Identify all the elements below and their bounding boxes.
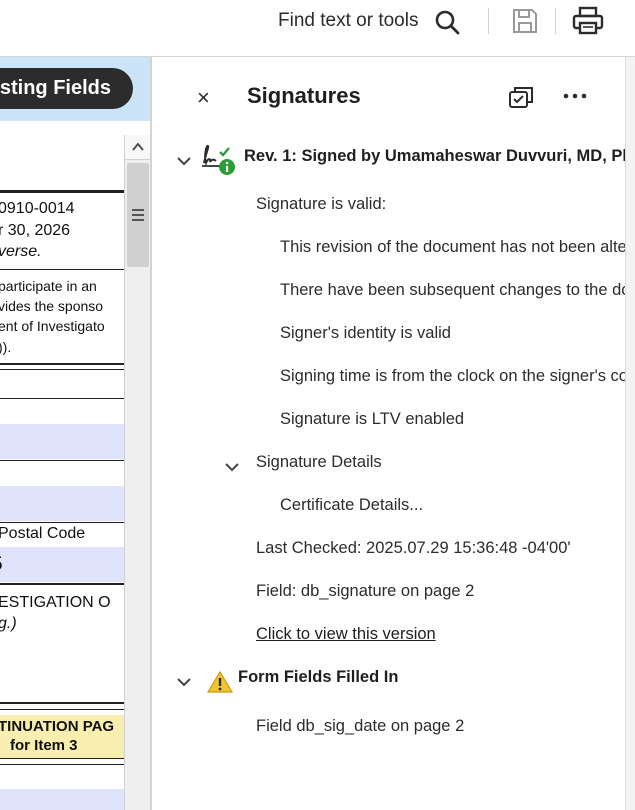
form-fields-heading[interactable]: Form Fields Filled In bbox=[238, 668, 398, 687]
rule bbox=[0, 190, 124, 193]
signatures-panel: × Signatures Rev. 1: Signed by Umamahesw… bbox=[152, 57, 625, 810]
form-field-item: Field db_sig_date on page 2 bbox=[256, 717, 464, 736]
last-checked-text: Last Checked: 2025.07.29 15:36:48 -04'00… bbox=[256, 539, 571, 558]
doc-text-line: ent of Investigato bbox=[0, 318, 105, 334]
save-icon[interactable] bbox=[511, 7, 539, 35]
signature-detail-line: This revision of the document has not be… bbox=[280, 238, 625, 257]
top-toolbar: Find text or tools bbox=[0, 0, 635, 57]
toolbar-separator bbox=[488, 8, 489, 34]
certificate-details-link[interactable]: Certificate Details... bbox=[280, 496, 423, 515]
signature-details-toggle[interactable]: Signature Details bbox=[256, 453, 382, 472]
doc-text-line: Postal Code bbox=[0, 525, 85, 543]
form-field-postal-code[interactable] bbox=[0, 547, 124, 582]
find-text-or-tools-label[interactable]: Find text or tools bbox=[278, 10, 418, 32]
signature-detail-line: Signature is LTV enabled bbox=[280, 410, 464, 429]
signature-detail-line: Signer's identity is valid bbox=[280, 324, 451, 343]
toolbar-separator bbox=[555, 8, 556, 34]
doc-text-line: 0910-0014 bbox=[0, 200, 75, 218]
doc-text-line: participate in an bbox=[0, 278, 97, 294]
doc-text-line: ESTIGATION O bbox=[0, 594, 111, 612]
doc-text-line: TINUATION PAG bbox=[0, 718, 114, 735]
form-fields-banner: sting Fields bbox=[0, 57, 150, 121]
signature-validity-label: Signature is valid: bbox=[256, 195, 386, 214]
rule bbox=[0, 709, 124, 710]
scroll-thumb[interactable] bbox=[127, 163, 149, 267]
doc-text-line: vides the sponso bbox=[0, 298, 103, 314]
document-scrollbar[interactable] bbox=[124, 135, 150, 810]
signature-revision-heading[interactable]: Rev. 1: Signed by Umamaheswar Duvvuri, M… bbox=[244, 147, 625, 166]
form-field[interactable] bbox=[0, 486, 124, 521]
signature-detail-line: Signing time is from the clock on the si… bbox=[280, 367, 625, 386]
doc-text-line: for Item 3 bbox=[10, 737, 78, 754]
signature-detail-line: There have been subsequent changes to th… bbox=[280, 281, 625, 300]
form-field[interactable] bbox=[0, 789, 124, 810]
rule bbox=[0, 758, 124, 759]
rule bbox=[0, 522, 124, 523]
doc-text-line: g.) bbox=[0, 615, 17, 633]
print-icon[interactable] bbox=[572, 6, 604, 36]
more-options-icon[interactable] bbox=[562, 86, 588, 106]
validate-all-icon[interactable] bbox=[508, 83, 536, 111]
doc-field-value: 5 bbox=[0, 554, 3, 576]
chevron-down-icon[interactable] bbox=[176, 154, 192, 166]
doc-text-line: r 30, 2026 bbox=[0, 222, 70, 240]
rule bbox=[0, 460, 124, 461]
warning-icon bbox=[207, 670, 233, 694]
rule bbox=[0, 269, 124, 270]
right-scroll-track[interactable] bbox=[625, 57, 635, 810]
doc-text-line: verse. bbox=[0, 243, 42, 261]
rule bbox=[0, 363, 124, 365]
search-icon[interactable] bbox=[433, 8, 461, 36]
close-panel-button[interactable]: × bbox=[197, 85, 210, 111]
rule bbox=[0, 764, 124, 765]
signature-field-text: Field: db_signature on page 2 bbox=[256, 582, 474, 601]
view-version-link[interactable]: Click to view this version bbox=[256, 625, 436, 644]
highlight-existing-fields-button[interactable]: sting Fields bbox=[0, 68, 133, 109]
rule bbox=[0, 702, 124, 704]
chevron-down-icon[interactable] bbox=[176, 675, 192, 687]
rule bbox=[0, 369, 124, 370]
form-field[interactable] bbox=[0, 424, 124, 459]
rule bbox=[0, 583, 124, 585]
doc-text-line: )). bbox=[0, 339, 11, 355]
scroll-up-button[interactable] bbox=[125, 135, 150, 160]
chevron-down-icon[interactable] bbox=[224, 460, 240, 472]
rule bbox=[0, 398, 124, 399]
document-view[interactable]: sting Fields 0910-0014 r 30, 2026 verse.… bbox=[0, 57, 150, 810]
signature-valid-icon bbox=[200, 143, 240, 177]
panel-title: Signatures bbox=[247, 83, 361, 109]
document-page: 0910-0014 r 30, 2026 verse. participate … bbox=[0, 121, 124, 810]
